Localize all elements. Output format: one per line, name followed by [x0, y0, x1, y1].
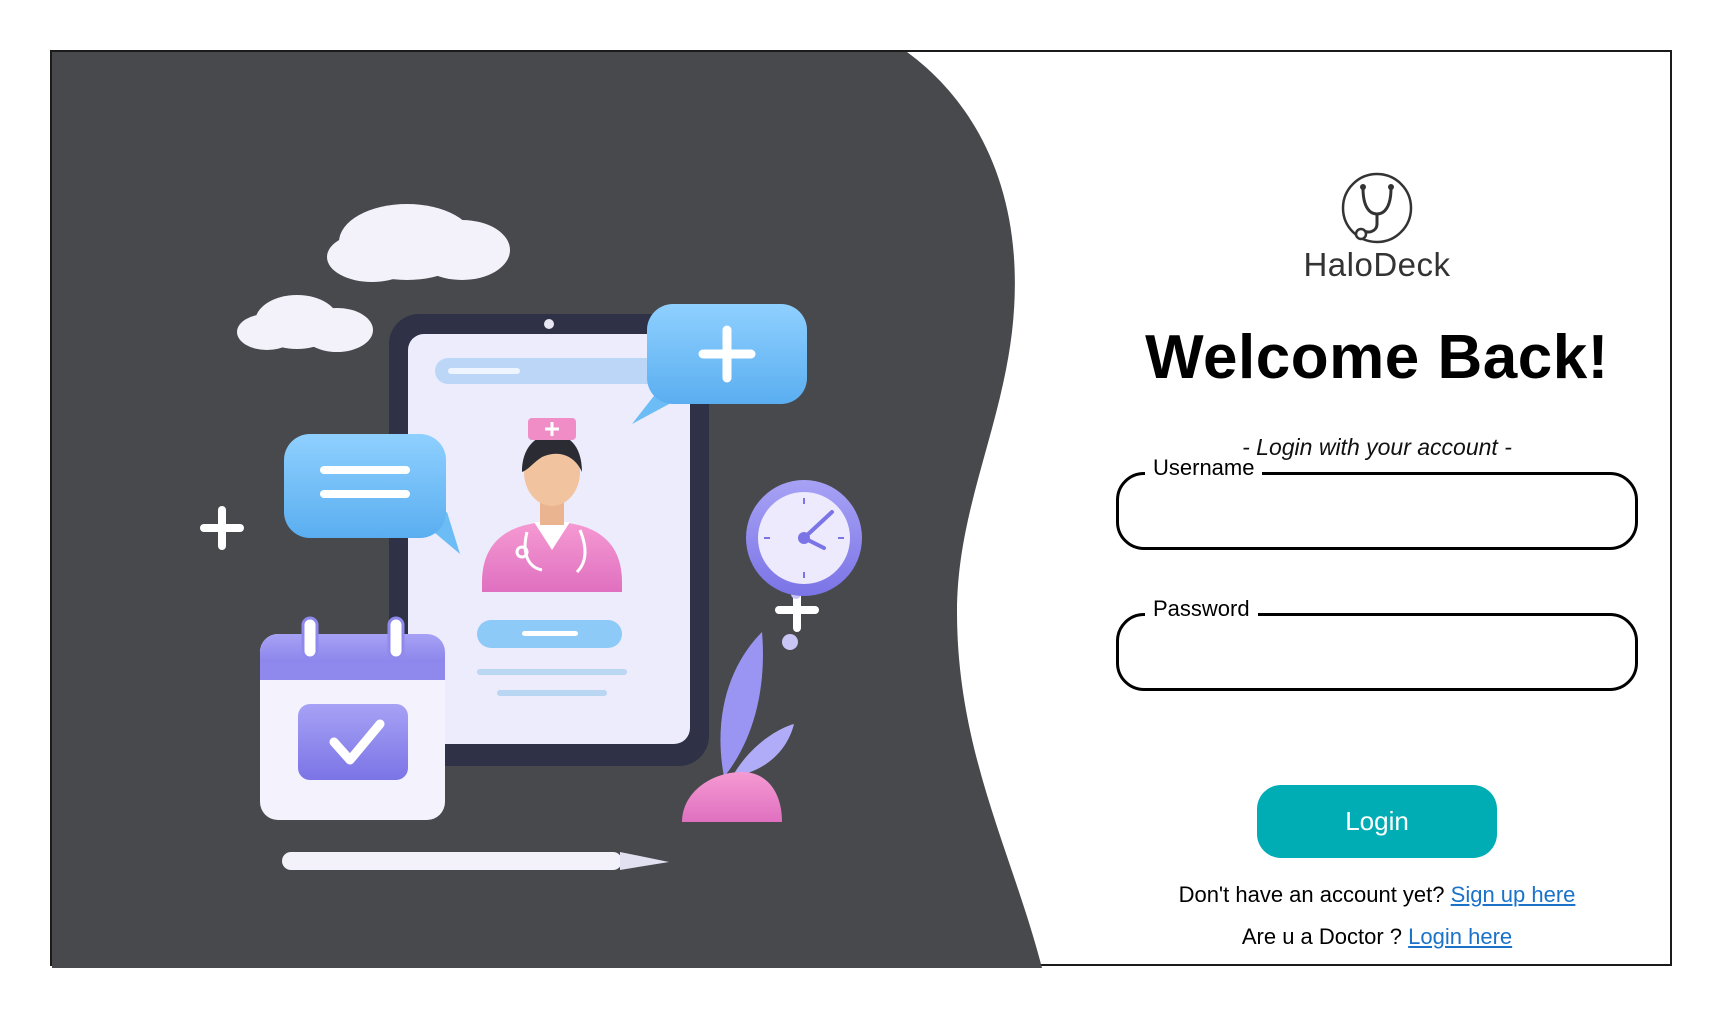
doctor-prompt: Are u a Doctor ? — [1241, 924, 1403, 949]
login-button[interactable]: Login — [1257, 785, 1497, 858]
username-input[interactable] — [1143, 489, 1611, 537]
username-field-container: Username — [1116, 455, 1638, 550]
brand-name: HaloDeck — [1303, 246, 1451, 283]
username-label: Username — [1145, 455, 1263, 481]
login-card: HaloDeck Welcome Back! - Login with your… — [50, 50, 1672, 968]
doctor-login-row: Are u a Doctor ? Login here — [1052, 924, 1702, 950]
signup-link[interactable]: Sign up here — [1451, 882, 1576, 907]
brand-logo: HaloDeck — [1272, 170, 1482, 284]
page-title: Welcome Back! — [1145, 323, 1609, 392]
password-field-container: Password — [1116, 596, 1638, 691]
signup-prompt: Don't have an account yet? — [1178, 882, 1445, 907]
calendar-check-icon — [260, 616, 445, 820]
doctor-login-link[interactable]: Login here — [1408, 924, 1512, 949]
illustration-panel — [52, 52, 1052, 968]
pencil-icon — [282, 852, 669, 870]
password-label: Password — [1145, 596, 1258, 622]
stethoscope-icon — [1341, 172, 1413, 244]
clock-icon — [746, 480, 862, 596]
password-input[interactable] — [1143, 630, 1611, 678]
signup-row: Don't have an account yet? Sign up here — [1052, 882, 1702, 908]
